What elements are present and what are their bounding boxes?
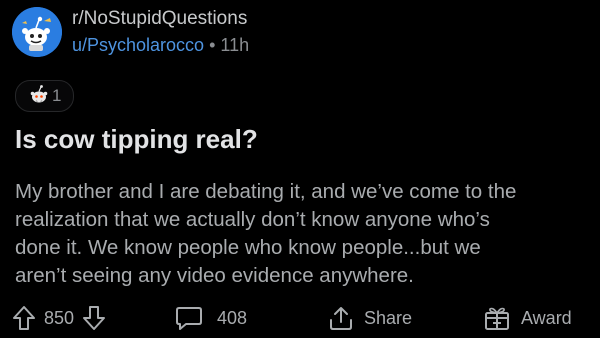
- comments-button[interactable]: 408: [175, 298, 247, 338]
- award-label: Award: [521, 307, 572, 328]
- post-title[interactable]: Is cow tipping real?: [15, 124, 258, 155]
- post-action-bar: 850 408 Share Award: [0, 298, 600, 338]
- post-age: 11h: [220, 35, 250, 55]
- subreddit-avatar-icon[interactable]: [12, 7, 62, 57]
- post-body-line: done it. We know people who know people.…: [15, 236, 481, 259]
- vote-score: 850: [44, 307, 75, 328]
- post-body-line: My brother and I are debating it, and we…: [15, 180, 517, 203]
- upvote-arrow-icon[interactable]: [12, 305, 36, 331]
- award-button[interactable]: Award: [483, 298, 572, 338]
- author-line: u/Psycholarocco • 11h: [72, 34, 249, 56]
- vote-control: 850: [12, 298, 106, 338]
- post-body-line: realization that we actually don’t know …: [15, 208, 490, 231]
- post-body-line: aren’t seeing any video evidence anywher…: [15, 264, 414, 287]
- subreddit-name[interactable]: r/NoStupidQuestions: [72, 8, 249, 30]
- post-header: r/NoStupidQuestions u/Psycholarocco • 11h: [12, 6, 249, 58]
- post-body: My brother and I are debating it, and we…: [15, 178, 590, 290]
- comment-count: 408: [217, 307, 248, 328]
- post-meta: r/NoStupidQuestions u/Psycholarocco • 11h: [72, 8, 249, 56]
- share-icon: [328, 305, 354, 331]
- author-name[interactable]: u/Psycholarocco: [72, 35, 204, 55]
- award-badge-icon: [28, 83, 50, 110]
- share-label: Share: [364, 307, 413, 328]
- gift-icon: [483, 304, 511, 332]
- comment-bubble-icon: [175, 305, 203, 331]
- award-count: 1: [52, 86, 62, 105]
- share-button[interactable]: Share: [328, 298, 412, 338]
- meta-separator: •: [209, 35, 216, 55]
- downvote-arrow-icon[interactable]: [82, 305, 106, 331]
- awards-pill[interactable]: 1: [15, 80, 75, 112]
